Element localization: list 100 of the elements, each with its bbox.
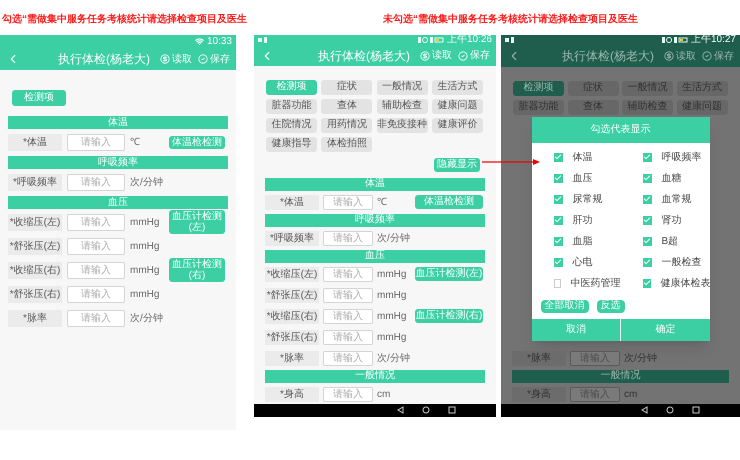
- tab[interactable]: 健康问题: [432, 98, 483, 114]
- tab[interactable]: 住院情况: [266, 118, 317, 133]
- tab[interactable]: 症状: [568, 80, 618, 96]
- back-icon[interactable]: [397, 406, 404, 414]
- unit-label: 次/分钟: [130, 312, 164, 326]
- checkbox[interactable]: [642, 236, 652, 246]
- tab[interactable]: 一般情况: [622, 80, 673, 96]
- read-button[interactable]: 读取: [420, 48, 452, 64]
- measure-button[interactable]: 血压计检测(右): [169, 258, 225, 282]
- dialog-footer-button[interactable]: 取消: [532, 318, 620, 341]
- dialog-footer-button[interactable]: 确定: [620, 318, 710, 341]
- option-label: 中医药管理: [570, 276, 620, 291]
- option-label: 呼吸频率: [662, 150, 702, 165]
- tab[interactable]: 检测项: [513, 80, 564, 96]
- field-label: *舒张压(右): [265, 330, 319, 345]
- checkbox[interactable]: [554, 152, 562, 162]
- unit-label: mmHg: [377, 330, 408, 345]
- tab[interactable]: 辅助检查: [622, 100, 673, 115]
- option-label: 肾功: [662, 214, 682, 228]
- tab[interactable]: 查体: [568, 100, 618, 115]
- arrow: [482, 158, 540, 166]
- option-label: B超: [662, 234, 678, 249]
- wifi-icon: [194, 37, 204, 46]
- window-title: 执行体检(杨老大): [318, 48, 410, 65]
- read-button[interactable]: 读取: [160, 52, 192, 66]
- field-label: *体温: [8, 134, 62, 150]
- tab[interactable]: 辅助检查: [376, 98, 428, 114]
- unit-label: cm: [624, 388, 638, 402]
- checkbox[interactable]: [642, 216, 652, 225]
- checkbox[interactable]: [554, 258, 562, 267]
- tab[interactable]: 检测项: [266, 80, 317, 95]
- tab[interactable]: 健康指导: [266, 136, 317, 152]
- toggle-display-button[interactable]: 隐藏显示: [434, 158, 480, 172]
- field-label: *身高: [512, 386, 566, 402]
- checkbox[interactable]: [554, 174, 562, 183]
- dialog-action-button[interactable]: 全部取消: [540, 300, 588, 313]
- measure-button[interactable]: 体温枪检测: [415, 195, 483, 210]
- home-icon[interactable]: [666, 406, 674, 414]
- option-label: 血压: [572, 172, 592, 186]
- field-label: *脉率: [8, 310, 62, 326]
- unit-label: mmHg: [130, 264, 160, 278]
- measure-button[interactable]: 血压计检测(左): [415, 267, 483, 282]
- tab[interactable]: 查体: [321, 98, 372, 114]
- tab[interactable]: 健康问题: [676, 100, 728, 115]
- field-label: *收缩压(左): [265, 266, 319, 282]
- unit-label: mmHg: [130, 288, 160, 302]
- tab[interactable]: 生活方式: [432, 80, 483, 95]
- checkbox[interactable]: [554, 194, 562, 204]
- tab[interactable]: 用药情况: [321, 118, 372, 133]
- check-circle-icon: [702, 51, 712, 62]
- measure-button[interactable]: 血压计检测(左): [169, 210, 225, 234]
- tab[interactable]: 生活方式: [676, 80, 728, 96]
- checkbox[interactable]: [554, 236, 562, 246]
- coin-icon: [664, 51, 674, 62]
- back-icon[interactable]: [641, 406, 648, 414]
- tab[interactable]: 健康评价: [432, 118, 483, 133]
- tab[interactable]: 非免疫接种: [376, 118, 428, 133]
- measure-button[interactable]: 血压计检测(右): [415, 309, 483, 324]
- tab[interactable]: 一般情况: [376, 80, 428, 95]
- dialog-title: 勾选代表显示: [532, 116, 710, 143]
- unit-label: 次/分钟: [624, 352, 658, 366]
- field-label: *身高: [265, 386, 319, 402]
- measure-button[interactable]: 体温枪检测: [169, 136, 225, 148]
- checkbox[interactable]: [642, 278, 650, 288]
- tab[interactable]: 脏器功能: [266, 98, 317, 114]
- option-label: 体温: [572, 150, 592, 165]
- tab[interactable]: 检测项: [12, 90, 66, 106]
- checkbox[interactable]: [554, 216, 562, 225]
- option-label: 血脂: [572, 234, 592, 249]
- unit-label: ℃: [130, 136, 141, 150]
- tab[interactable]: 症状: [321, 80, 372, 95]
- tab[interactable]: 脏器功能: [513, 100, 564, 115]
- save-button[interactable]: 保存: [198, 52, 230, 66]
- read-button[interactable]: 读取: [664, 48, 696, 64]
- tab[interactable]: 体检拍照: [321, 136, 372, 152]
- status-icons-drawing: [662, 37, 688, 44]
- option-label: 血常规: [662, 192, 692, 207]
- save-button[interactable]: 保存: [702, 48, 734, 64]
- notification-icons-drawing: [258, 37, 270, 44]
- checkbox[interactable]: [642, 152, 652, 162]
- field-label: *呼吸频率: [8, 174, 62, 190]
- window-title: 执行体检(杨老大): [58, 51, 150, 68]
- window-title: 执行体检(杨老大): [562, 48, 654, 66]
- unit-label: cm: [377, 388, 392, 402]
- checkbox[interactable]: [642, 258, 652, 267]
- field-label: *收缩压(左): [8, 214, 62, 230]
- notification-icons-drawing: [505, 37, 517, 44]
- home-icon[interactable]: [422, 406, 430, 414]
- status-icons-drawing: [418, 37, 444, 44]
- checkbox[interactable]: [554, 278, 560, 288]
- checkbox[interactable]: [642, 194, 652, 204]
- checkbox[interactable]: [642, 174, 652, 183]
- save-button[interactable]: 保存: [458, 48, 490, 64]
- dialog-action-button[interactable]: 反选: [596, 300, 624, 313]
- recents-icon[interactable]: [448, 406, 456, 414]
- option-label: 肝功: [572, 214, 592, 228]
- section-header: 血压: [265, 250, 485, 263]
- caption: 勾选“需做集中服务任务考核统计请选择检查项目及医生: [2, 14, 247, 24]
- unit-label: mmHg: [377, 310, 408, 324]
- recents-icon[interactable]: [692, 406, 700, 414]
